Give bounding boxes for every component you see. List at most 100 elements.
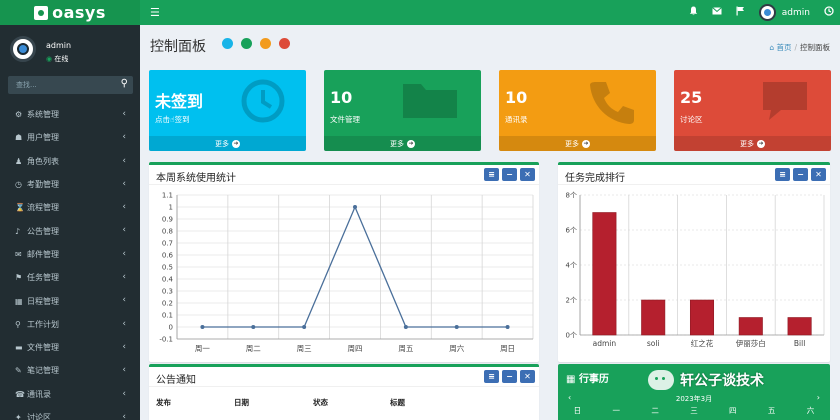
y-tick-label: 0.2 bbox=[162, 300, 173, 308]
more-link[interactable]: 更多 ➜ bbox=[674, 136, 831, 151]
avatar bbox=[10, 36, 36, 62]
user-panel: admin ◉ 在线 bbox=[0, 25, 140, 70]
sidebar-item[interactable]: ✉ 邮件管理 ‹ bbox=[0, 243, 140, 266]
mail-icon[interactable] bbox=[711, 7, 722, 18]
gear-icon: ⚙ bbox=[15, 110, 23, 120]
theme-dots bbox=[222, 38, 290, 49]
list-icon[interactable]: ≡ bbox=[775, 168, 790, 181]
theme-color-dot[interactable] bbox=[241, 38, 252, 49]
users-icon: ☗ bbox=[15, 133, 23, 143]
table-header: 发布 日期 状态 标题 bbox=[156, 397, 450, 408]
sidebar-item[interactable]: ☎ 通讯录 ‹ bbox=[0, 383, 140, 406]
close-icon[interactable]: ✕ bbox=[811, 168, 826, 181]
sidebar-item[interactable]: ▬ 文件管理 ‹ bbox=[0, 336, 140, 359]
brand-logo[interactable]: oasys bbox=[0, 0, 140, 25]
x-tick-label: 红之花 bbox=[691, 338, 714, 348]
more-link[interactable]: 更多 ➜ bbox=[499, 136, 656, 151]
avatar bbox=[758, 4, 776, 21]
theme-color-dot[interactable] bbox=[260, 38, 271, 49]
weekly-usage-panel: 本周系统使用统计 ≡ − ✕ -0.1 0 0.1 0.2 0.3 0.4 0.5 0.6 0.… bbox=[149, 162, 539, 362]
comment-icon bbox=[759, 78, 811, 126]
list-icon[interactable]: ≡ bbox=[484, 168, 499, 181]
folder-icon: ▬ bbox=[15, 343, 23, 353]
sidebar-toggle-icon[interactable]: ☰ bbox=[150, 6, 160, 19]
x-tick-label: Bill bbox=[794, 339, 805, 348]
sidebar-item[interactable]: ⌛ 流程管理 ‹ bbox=[0, 196, 140, 219]
weekday-label: 一 bbox=[612, 406, 621, 415]
bar bbox=[738, 317, 763, 336]
more-link[interactable]: 更多 ➜ bbox=[149, 136, 306, 151]
calendar-weekdays: 日一二三四五六 bbox=[558, 405, 830, 416]
stat-value: 25 bbox=[680, 88, 703, 107]
sidebar-item[interactable]: ◷ 考勤管理 ‹ bbox=[0, 173, 140, 196]
sidebar-item[interactable]: ⚙ 系统管理 ‹ bbox=[0, 103, 140, 126]
weekday-label: 二 bbox=[651, 406, 659, 415]
wechat-icon bbox=[648, 370, 674, 390]
sidebar-item-label: 日程管理 bbox=[27, 296, 59, 306]
weekday-label: 三 bbox=[690, 406, 698, 415]
flag-icon[interactable] bbox=[736, 6, 745, 19]
chevron-left-icon: ‹ bbox=[122, 132, 126, 143]
next-month-icon[interactable]: › bbox=[817, 393, 820, 402]
weekday-label: 五 bbox=[767, 406, 776, 415]
sidebar-item-label: 角色列表 bbox=[27, 156, 59, 166]
y-tick-label: 8个 bbox=[566, 192, 577, 200]
search-icon[interactable]: ⚲ bbox=[121, 78, 128, 89]
column-header: 日期 bbox=[234, 398, 249, 407]
bell-icon[interactable] bbox=[689, 6, 698, 19]
sidebar-item-label: 流程管理 bbox=[27, 203, 59, 213]
sidebar-item[interactable]: ⚑ 任务管理 ‹ bbox=[0, 266, 140, 289]
close-icon[interactable]: ✕ bbox=[520, 168, 535, 181]
y-tick-label: 1 bbox=[169, 204, 173, 212]
breadcrumb-current: 控制面板 bbox=[800, 43, 830, 52]
chevron-left-icon: ‹ bbox=[122, 295, 126, 306]
minimize-icon[interactable]: − bbox=[793, 168, 808, 181]
y-tick-label: 6个 bbox=[566, 227, 577, 235]
settings-icon[interactable] bbox=[824, 6, 834, 19]
user-icon: ♟ bbox=[15, 156, 23, 166]
arrow-right-icon: ➜ bbox=[232, 139, 240, 148]
user-menu[interactable]: admin bbox=[758, 4, 810, 21]
data-point bbox=[251, 325, 256, 329]
sidebar-item[interactable]: ⚲ 工作计划 ‹ bbox=[0, 313, 140, 336]
minimize-icon[interactable]: − bbox=[502, 370, 517, 383]
sidebar-item[interactable]: ♟ 角色列表 ‹ bbox=[0, 150, 140, 173]
sidebar-item[interactable]: ♪ 公告管理 ‹ bbox=[0, 219, 140, 242]
sidebar-item[interactable]: ☗ 用户管理 ‹ bbox=[0, 126, 140, 149]
stat-label[interactable]: 点击☝签到 bbox=[155, 114, 190, 125]
stat-label: 文件管理 bbox=[330, 115, 360, 124]
chevron-left-icon: ‹ bbox=[122, 178, 126, 189]
panel-title: 公告通知 bbox=[156, 375, 196, 386]
sidebar-item[interactable]: ✎ 笔记管理 ‹ bbox=[0, 359, 140, 382]
column-header: 状态 bbox=[313, 398, 328, 407]
page-title: 控制面板 bbox=[150, 39, 206, 55]
top-navbar: oasys ☰ admin bbox=[0, 0, 840, 25]
more-link[interactable]: 更多 ➜ bbox=[324, 136, 481, 151]
weekday-label: 日 bbox=[573, 406, 582, 415]
sidebar-item-label: 公告管理 bbox=[27, 226, 59, 236]
y-tick-label: 0.8 bbox=[162, 228, 173, 236]
minimize-icon[interactable]: − bbox=[502, 168, 517, 181]
arrow-right-icon: ➜ bbox=[582, 139, 590, 148]
stat-label: 讨论区 bbox=[680, 115, 703, 124]
watermark: 轩公子谈技术 bbox=[648, 370, 764, 390]
sidebar-item-label: 邮件管理 bbox=[27, 249, 59, 259]
close-icon[interactable]: ✕ bbox=[520, 370, 535, 383]
bar bbox=[641, 299, 666, 336]
chevron-left-icon: ‹ bbox=[122, 388, 126, 399]
list-icon[interactable]: ≡ bbox=[484, 370, 499, 383]
y-tick-label: 1.1 bbox=[162, 192, 173, 200]
calendar-icon: ▦ bbox=[566, 374, 576, 385]
sidebar-item[interactable]: ✦ 讨论区 ‹ bbox=[0, 406, 140, 420]
sidebar-item-label: 文件管理 bbox=[27, 343, 59, 353]
sidebar-item[interactable]: ▦ 日程管理 ‹ bbox=[0, 289, 140, 312]
theme-color-dot[interactable] bbox=[222, 38, 233, 49]
watermark-text: 轩公子谈技术 bbox=[680, 373, 764, 389]
search-input[interactable]: 查找... ⚲ bbox=[8, 76, 133, 94]
folder-icon bbox=[401, 78, 461, 124]
theme-color-dot[interactable] bbox=[279, 38, 290, 49]
mail-icon: ✉ bbox=[15, 249, 22, 259]
y-tick-label: 0.1 bbox=[162, 312, 173, 320]
y-tick-label: 2个 bbox=[566, 297, 577, 305]
breadcrumb-home[interactable]: ⌂ 首页 bbox=[769, 43, 791, 52]
